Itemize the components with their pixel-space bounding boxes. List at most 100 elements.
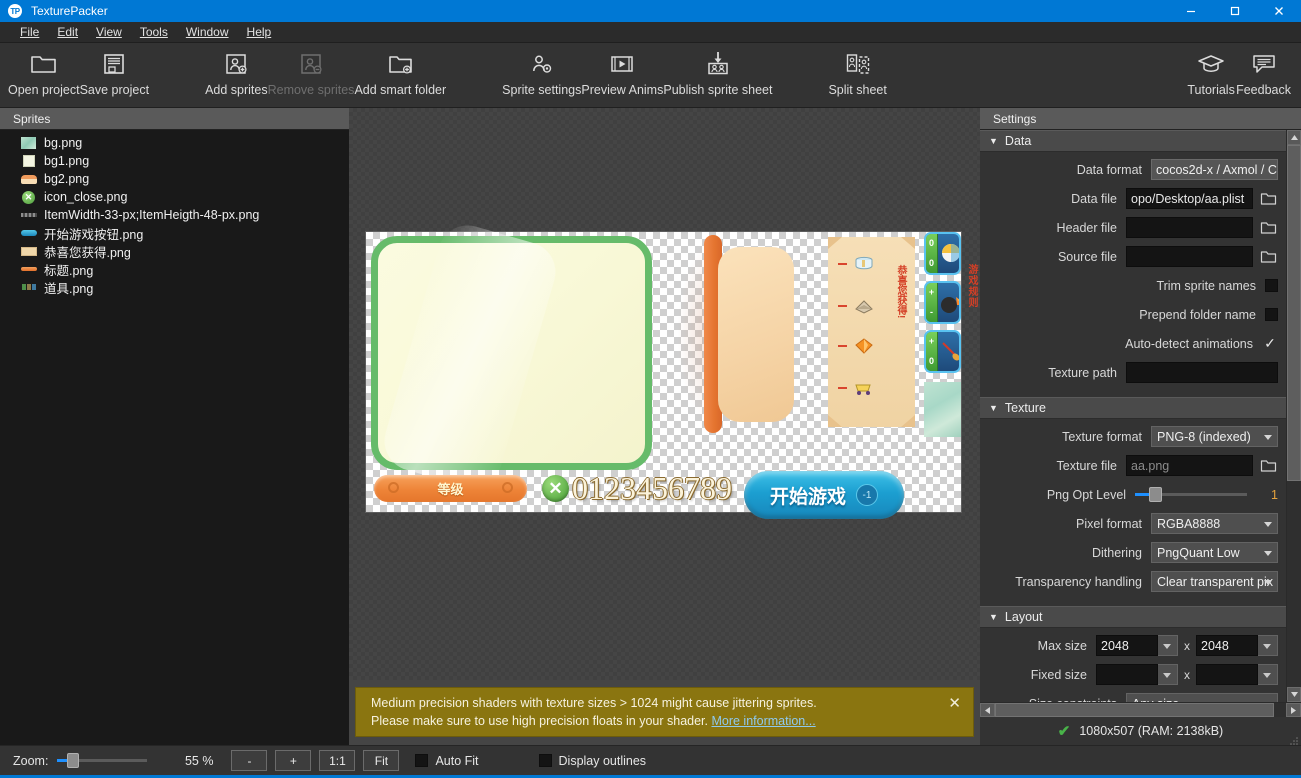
scroll-down-arrow-icon[interactable]: [1287, 687, 1301, 702]
zoom-slider[interactable]: [57, 753, 148, 768]
auto-fit-checkbox[interactable]: [415, 754, 429, 767]
toolbar-feedback[interactable]: Feedback: [1236, 43, 1291, 97]
menu-help[interactable]: Help: [238, 23, 281, 41]
maximize-button[interactable]: [1213, 0, 1257, 22]
settings-hscroll-gutter[interactable]: [995, 703, 1286, 717]
reward-item-cart-icon: [853, 379, 875, 397]
png-opt-level-track[interactable]: [1135, 487, 1248, 502]
settings-group-data-header[interactable]: ▼ Data: [980, 130, 1286, 152]
sprite-list-item-start-button[interactable]: 开始游戏按钮.png: [0, 224, 349, 242]
warning-more-info-link[interactable]: More information...: [711, 714, 815, 728]
scroll-up-arrow-icon[interactable]: [1287, 130, 1301, 145]
data-format-combo[interactable]: cocos2d-x / Axmol / Co: [1151, 159, 1278, 180]
settings-group-texture-label: Texture: [1004, 401, 1046, 415]
toolbar-open-project[interactable]: Open project: [8, 43, 80, 97]
source-file-browse-folder-icon[interactable]: [1259, 247, 1278, 266]
zoom-out-button[interactable]: -: [231, 750, 268, 771]
sprite-sheet-canvas[interactable]: 等级 ✕ 0123456789 恭喜您获得! 0 0 + - + 0 游戏规则 …: [349, 108, 980, 680]
max-size-height-dropdown[interactable]: [1258, 635, 1278, 656]
toolbar-preview-anims[interactable]: Preview Anims: [581, 43, 663, 97]
fixed-size-height-input[interactable]: [1196, 664, 1258, 685]
sprite-list[interactable]: bg.png bg1.png bg2.png ✕ icon_close.png …: [0, 130, 349, 745]
pixel-format-select[interactable]: RGBA8888: [1151, 513, 1278, 534]
zoom-in-button[interactable]: +: [275, 750, 312, 771]
auto-detect-animations-checkbox[interactable]: ✓: [1262, 335, 1278, 352]
sprite-list-item-itemwidth[interactable]: ItemWidth-33-px;ItemHeigth-48-px.png: [0, 206, 349, 224]
scroll-left-arrow-icon[interactable]: [980, 703, 995, 717]
settings-scroll-gutter[interactable]: [1287, 145, 1301, 687]
transparency-handling-select[interactable]: Clear transparent pix: [1151, 571, 1278, 592]
auto-fit-checkbox-wrap[interactable]: Auto Fit: [415, 754, 479, 768]
film-play-icon: [609, 49, 635, 79]
fixed-size-height-dropdown[interactable]: [1258, 664, 1278, 685]
trim-sprite-names-checkbox[interactable]: [1265, 279, 1278, 292]
data-file-browse-folder-icon[interactable]: [1259, 189, 1278, 208]
menu-window[interactable]: Window: [177, 23, 238, 41]
texture-format-select[interactable]: PNG-8 (indexed): [1151, 426, 1278, 447]
resize-grip-icon[interactable]: [1289, 733, 1299, 745]
display-outlines-checkbox[interactable]: [538, 754, 552, 767]
sprite-list-item-bg1[interactable]: bg1.png: [0, 152, 349, 170]
control-texture-file: aa.png: [1126, 455, 1278, 476]
max-size-width-dropdown[interactable]: [1158, 635, 1178, 656]
max-size-width-input[interactable]: 2048: [1096, 635, 1158, 656]
toolbar-add-sprites[interactable]: Add sprites: [205, 43, 268, 97]
zoom-one-to-one-button[interactable]: 1:1: [319, 750, 356, 771]
menu-tools[interactable]: Tools: [131, 23, 177, 41]
sprite-list-item-title[interactable]: 标题.png: [0, 260, 349, 278]
menu-edit[interactable]: Edit: [48, 23, 87, 41]
settings-vertical-scrollbar[interactable]: [1286, 130, 1301, 702]
texture-file-input[interactable]: aa.png: [1126, 455, 1253, 476]
sprite-list-item-bg[interactable]: bg.png: [0, 134, 349, 152]
texture-path-input[interactable]: [1126, 362, 1278, 383]
settings-horizontal-scrollbar[interactable]: [980, 702, 1301, 717]
data-file-input[interactable]: opo/Desktop/aa.plist: [1126, 188, 1253, 209]
texture-file-browse-folder-icon[interactable]: [1259, 456, 1278, 475]
max-size-height-input[interactable]: 2048: [1196, 635, 1258, 656]
dithering-select[interactable]: PngQuant Low: [1151, 542, 1278, 563]
sprite-list-item-icon-close[interactable]: ✕ icon_close.png: [0, 188, 349, 206]
close-button[interactable]: [1257, 0, 1301, 22]
settings-group-layout-body: Max size 2048 x 2048 Fixed size x: [980, 628, 1286, 702]
header-file-browse-folder-icon[interactable]: [1259, 218, 1278, 237]
toolbar-tutorials[interactable]: Tutorials: [1186, 43, 1236, 97]
fixed-size-width-input[interactable]: [1096, 664, 1158, 685]
settings-scroll-area[interactable]: ▼ Data Data format cocos2d-x / Axmol / C…: [980, 130, 1286, 702]
zoom-slider-thumb[interactable]: [67, 753, 80, 768]
scroll-right-arrow-icon[interactable]: [1286, 703, 1301, 717]
png-opt-level-slider[interactable]: [1135, 487, 1262, 502]
toolbar-split-sheet[interactable]: Split sheet: [828, 43, 887, 97]
source-file-input[interactable]: [1126, 246, 1253, 267]
warning-close-icon[interactable]: ✕: [948, 694, 961, 712]
zoom-fit-button[interactable]: Fit: [363, 750, 400, 771]
sprite-list-item-bg2[interactable]: bg2.png: [0, 170, 349, 188]
prepend-folder-name-checkbox[interactable]: [1265, 308, 1278, 321]
fixed-size-width-dropdown[interactable]: [1158, 664, 1178, 685]
settings-group-layout-header[interactable]: ▼ Layout: [980, 606, 1286, 628]
control-size-constraints: Any size: [1126, 693, 1278, 702]
toolbar-save-project[interactable]: Save project: [80, 43, 149, 97]
toolbar-remove-sprites-label: Remove sprites: [267, 83, 355, 97]
sprite-list-item-reward-panel[interactable]: 恭喜您获得.png: [0, 242, 349, 260]
size-constraints-select[interactable]: Any size: [1126, 693, 1278, 702]
sprite-list-item-items[interactable]: 道具.png: [0, 278, 349, 296]
header-file-input[interactable]: [1126, 217, 1253, 238]
buff-tag-top: 0: [928, 238, 934, 249]
toolbar-publish-sprite-sheet[interactable]: Publish sprite sheet: [663, 43, 772, 97]
buff-tag: + -: [926, 283, 938, 322]
chevron-down-icon: ▼: [989, 136, 998, 146]
menu-view[interactable]: View: [87, 23, 131, 41]
toolbar-add-smart-folder[interactable]: Add smart folder: [354, 43, 446, 97]
settings-scroll-thumb[interactable]: [1287, 145, 1301, 482]
reward-item-row-3: [838, 337, 875, 355]
png-opt-level-thumb[interactable]: [1149, 487, 1163, 502]
settings-hscroll-thumb[interactable]: [995, 703, 1275, 717]
settings-group-texture-header[interactable]: ▼ Texture: [980, 397, 1286, 419]
toolbar-sprite-settings[interactable]: Sprite settings: [502, 43, 581, 97]
sprite-sheet-preview[interactable]: 等级 ✕ 0123456789 恭喜您获得! 0 0 + - + 0 游戏规则 …: [366, 232, 977, 519]
display-outlines-checkbox-wrap[interactable]: Display outlines: [538, 754, 646, 768]
minimize-button[interactable]: [1169, 0, 1213, 22]
menu-bar: File Edit View Tools Window Help: [0, 22, 1301, 43]
menu-file[interactable]: File: [11, 23, 48, 41]
buff-card-bomb: + -: [924, 281, 961, 324]
